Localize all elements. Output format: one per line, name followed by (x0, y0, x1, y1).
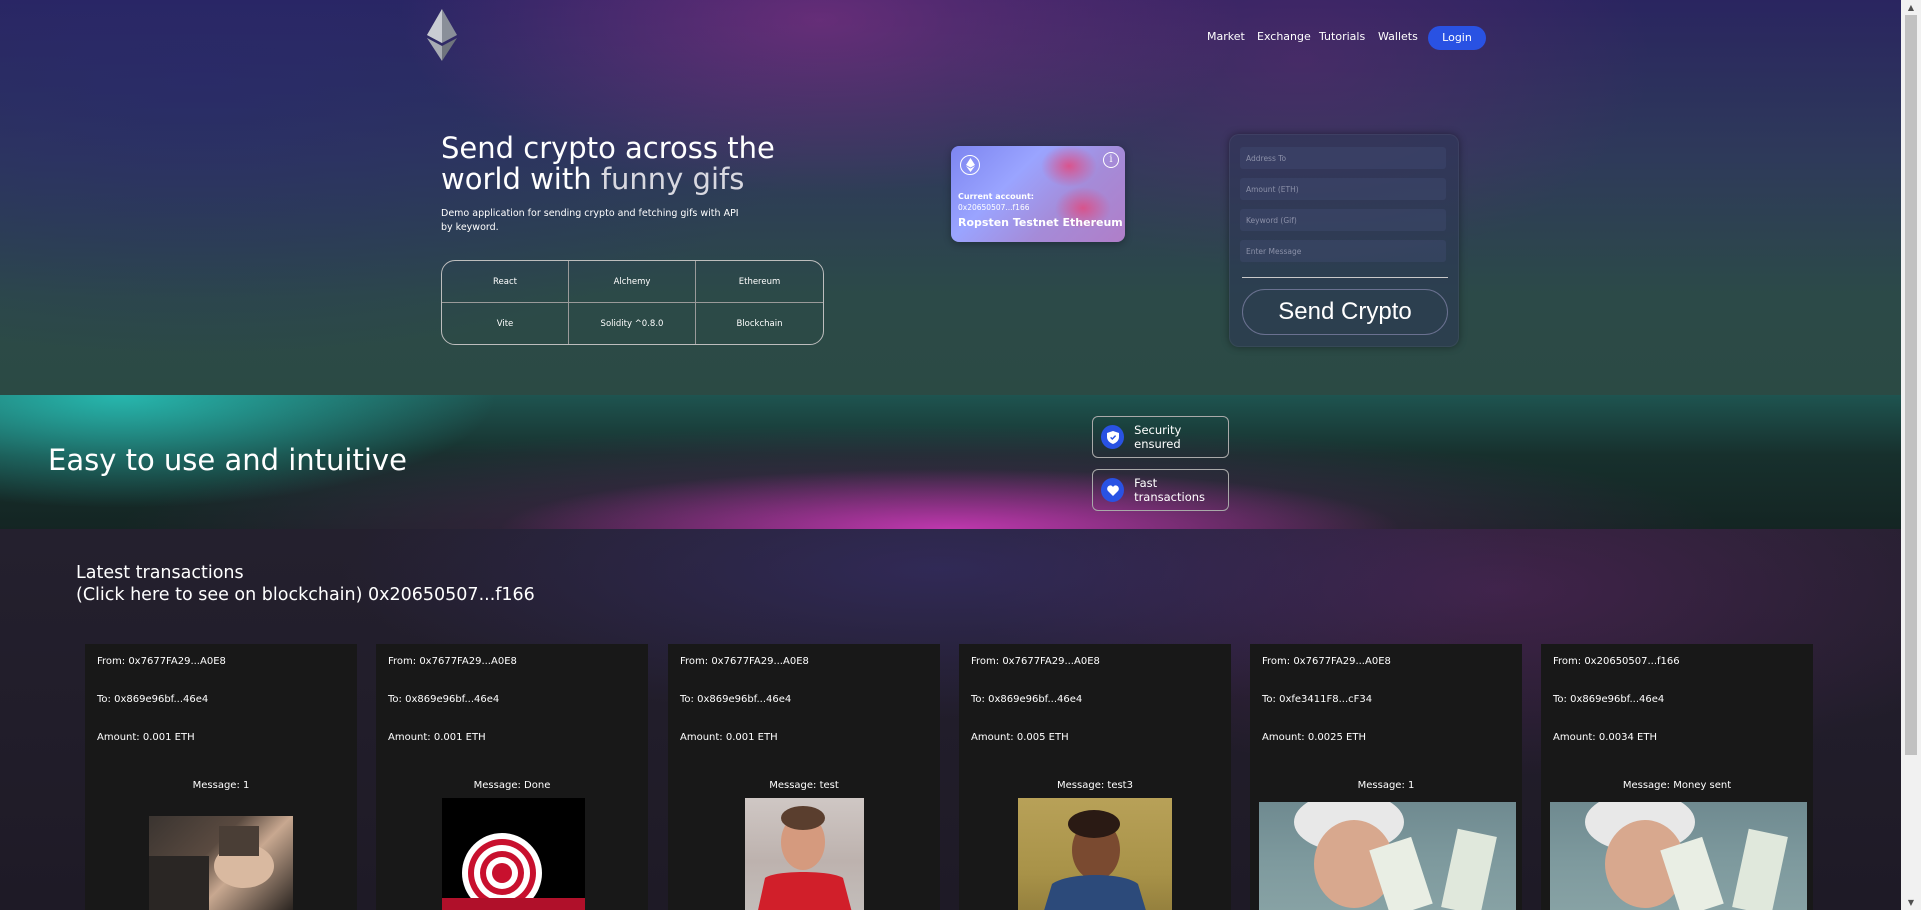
transaction-card: From: 0x7677FA29...A0E8 To: 0x869e96bf..… (668, 644, 940, 910)
message-input[interactable] (1240, 240, 1446, 262)
tx-amount: Amount: 0.001 ETH (97, 732, 195, 743)
tx-to: To: 0x869e96bf...46e4 (97, 694, 209, 705)
services-section: Easy to use and intuitive Security ensur… (0, 395, 1901, 529)
tech-cell: Alchemy (569, 261, 696, 303)
transaction-card: From: 0x7677FA29...A0E8 To: 0x869e96bf..… (85, 644, 357, 910)
tx-gif-image (745, 798, 864, 910)
transactions-title: Latest transactions (76, 563, 244, 583)
service-fast: Fast transactions (1092, 469, 1229, 511)
tx-from: From: 0x7677FA29...A0E8 (680, 656, 809, 667)
heart-icon (1101, 478, 1125, 502)
page-scrollbar[interactable]: ▲ ▼ (1901, 0, 1921, 910)
tx-from: From: 0x20650507...f166 (1553, 656, 1680, 667)
service-security: Security ensured (1092, 416, 1229, 458)
tech-cell: Solidity ^0.8.0 (569, 303, 696, 344)
transaction-card: From: 0x7677FA29...A0E8 To: 0x869e96bf..… (376, 644, 648, 910)
login-button[interactable]: Login (1428, 26, 1486, 50)
tx-to: To: 0x869e96bf...46e4 (971, 694, 1083, 705)
blockchain-link[interactable]: (Click here to see on blockchain) 0x2065… (76, 585, 535, 605)
form-divider (1242, 277, 1448, 278)
tx-message: Message: Money sent (1622, 780, 1732, 791)
tx-amount: Amount: 0.0034 ETH (1553, 732, 1657, 743)
nav-exchange[interactable]: Exchange (1257, 30, 1311, 43)
scroll-down-icon[interactable]: ▼ (1901, 895, 1921, 910)
account-label: Current account: (958, 192, 1034, 201)
nav-market[interactable]: Market (1207, 30, 1245, 43)
tech-cell: Ethereum (696, 261, 823, 303)
tx-to: To: 0x869e96bf...46e4 (388, 694, 500, 705)
nav-wallets[interactable]: Wallets (1378, 30, 1418, 43)
tx-amount: Amount: 0.001 ETH (388, 732, 486, 743)
address-to-input[interactable] (1240, 147, 1446, 169)
tx-amount: Amount: 0.005 ETH (971, 732, 1069, 743)
tech-cell: Blockchain (736, 319, 783, 329)
hero-subtitle: Demo application for sending crypto and … (441, 208, 739, 233)
tech-grid: React Alchemy Ethereum Vite Solidity ^0.… (441, 260, 824, 345)
send-crypto-button[interactable]: Send Crypto (1242, 289, 1448, 335)
hero-title-line1: Send crypto across the (441, 131, 775, 165)
tech-cell: Vite (442, 303, 569, 344)
tech-cell: React (442, 261, 569, 303)
tx-to: To: 0xfe3411F8...cF34 (1262, 694, 1373, 705)
tx-message: Message: 1 (192, 780, 250, 791)
tx-gif-image (442, 798, 585, 910)
tx-message: Message: test3 (1057, 780, 1133, 791)
tx-amount: Amount: 0.001 ETH (680, 732, 778, 743)
hero-title-line2b: funny gifs (600, 162, 745, 196)
tx-amount: Amount: 0.0025 ETH (1262, 732, 1366, 743)
tx-gif-image (1018, 798, 1172, 910)
tx-to: To: 0x869e96bf...46e4 (1553, 694, 1665, 705)
ethereum-logo[interactable] (427, 9, 457, 61)
scroll-up-icon[interactable]: ▲ (1901, 0, 1921, 15)
hero-title-line2a: world with (441, 162, 601, 196)
amount-input[interactable] (1240, 178, 1446, 200)
services-title: Easy to use and intuitive (48, 443, 407, 477)
service-label: Fast transactions (1134, 476, 1206, 504)
tx-from: From: 0x7677FA29...A0E8 (971, 656, 1100, 667)
keyword-input[interactable] (1240, 209, 1446, 231)
tx-message: Message: Done (473, 780, 551, 791)
tx-to: To: 0x869e96bf...46e4 (680, 694, 792, 705)
scroll-thumb[interactable] (1905, 15, 1917, 755)
service-label: Security ensured (1134, 423, 1182, 451)
transaction-card: From: 0x7677FA29...A0E8 To: 0xfe3411F8..… (1250, 644, 1522, 910)
transactions-section: Latest transactions (Click here to see o… (0, 529, 1901, 910)
tx-message: Message: 1 (1357, 780, 1415, 791)
tx-gif-image (149, 816, 293, 910)
tx-gif-image (1259, 802, 1516, 910)
tx-gif-image (1550, 802, 1807, 910)
account-card: i Current account: 0x20650507...f166 Rop… (951, 146, 1125, 242)
tx-from: From: 0x7677FA29...A0E8 (388, 656, 517, 667)
transaction-card: From: 0x7677FA29...A0E8 To: 0x869e96bf..… (959, 644, 1231, 910)
info-icon[interactable]: i (1103, 152, 1119, 168)
hero-title: Send crypto across the world with funny … (441, 133, 781, 195)
network-name: Ropsten Testnet Ethereum (958, 216, 1123, 229)
transactions-heading[interactable]: Latest transactions (Click here to see o… (76, 562, 535, 606)
nav-tutorials[interactable]: Tutorials (1319, 30, 1365, 43)
account-address: 0x20650507...f166 (958, 203, 1030, 212)
tx-from: From: 0x7677FA29...A0E8 (1262, 656, 1391, 667)
send-form: Send Crypto (1229, 134, 1459, 347)
tx-message: Message: test (769, 780, 839, 791)
hero-section: Market Exchange Tutorials Wallets Login … (0, 0, 1901, 395)
transaction-card: From: 0x20650507...f166 To: 0x869e96bf..… (1541, 644, 1813, 910)
shield-icon (1101, 425, 1125, 449)
tx-from: From: 0x7677FA29...A0E8 (97, 656, 226, 667)
ethereum-icon (960, 155, 980, 175)
